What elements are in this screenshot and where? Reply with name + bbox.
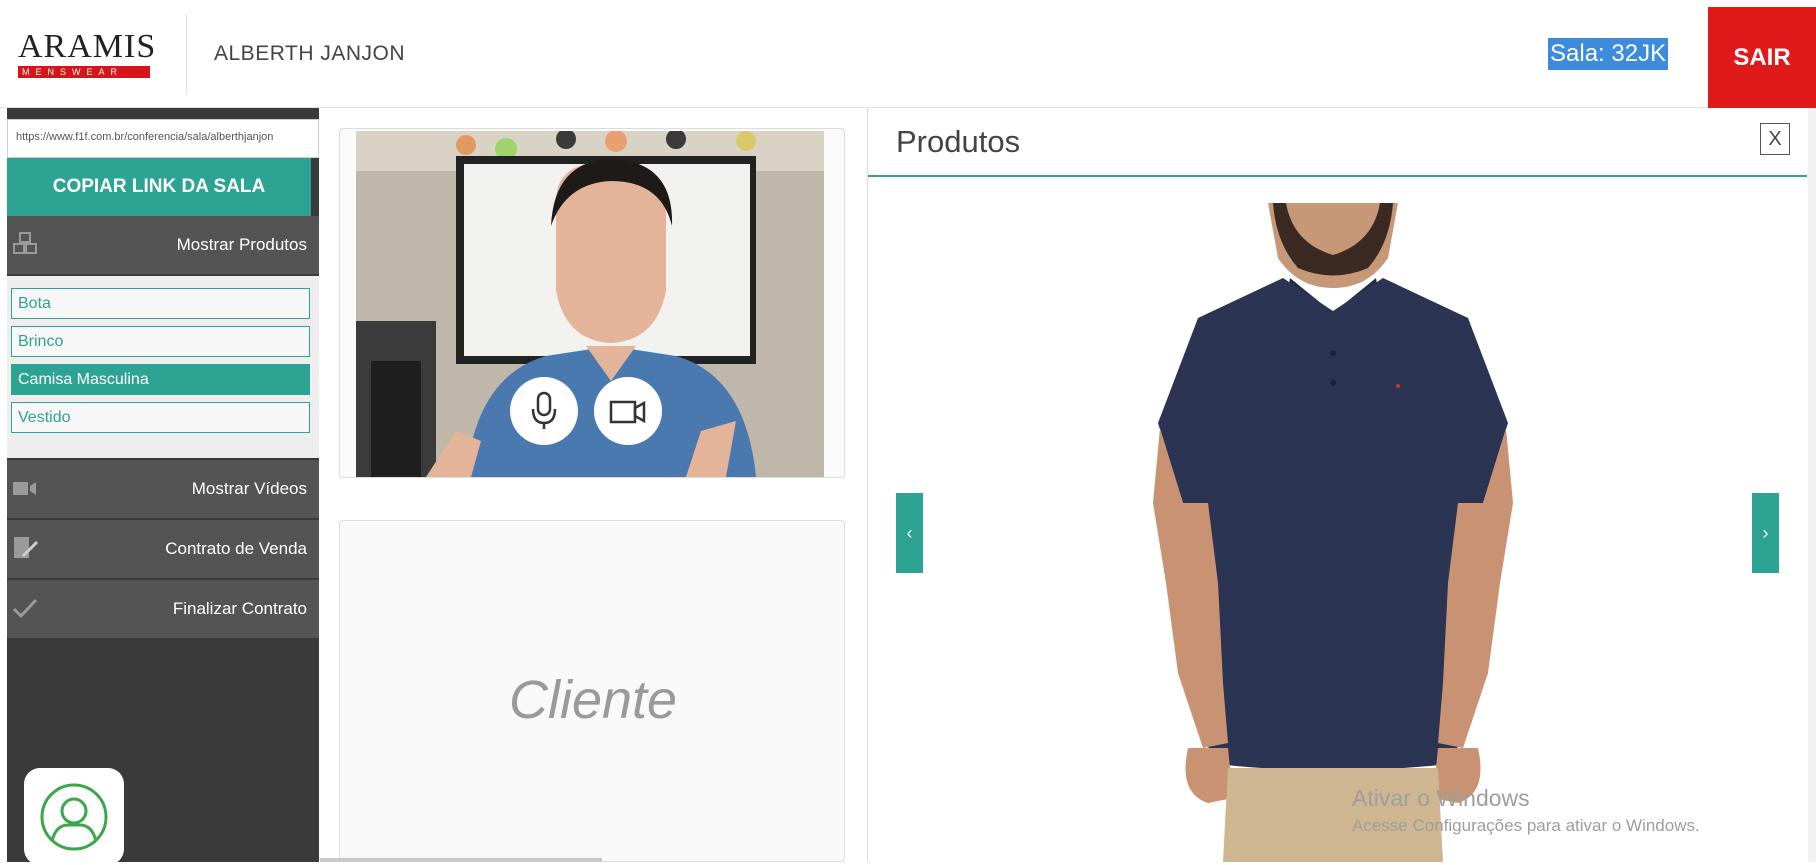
header-divider xyxy=(186,14,187,94)
product-item-camisa-masculina[interactable]: Camisa Masculina xyxy=(11,364,310,395)
seller-video-card xyxy=(339,128,845,478)
microphone-icon xyxy=(531,391,557,429)
panel-divider xyxy=(868,175,1807,177)
panel-title: Produtos xyxy=(896,124,1021,159)
watermark-line-1: Ativar o Windows xyxy=(1352,785,1530,811)
checkmark-icon xyxy=(12,598,38,619)
user-name: ALBERTH JANJON xyxy=(214,42,405,65)
previous-product-button[interactable]: ‹ xyxy=(896,493,923,573)
product-item-brinco[interactable]: Brinco xyxy=(11,326,310,357)
sales-contract-button[interactable]: Contrato de Venda xyxy=(7,520,319,578)
product-item-bota[interactable]: Bota xyxy=(11,288,310,319)
close-panel-button[interactable]: X xyxy=(1760,123,1790,155)
watermark-line-2: Acesse Configurações para ativar o Windo… xyxy=(1352,816,1700,835)
room-code: Sala: 32JK xyxy=(1548,38,1669,70)
finish-contract-button[interactable]: Finalizar Contrato xyxy=(7,580,319,638)
camera-icon xyxy=(609,400,646,424)
conference-area: Cliente xyxy=(319,108,867,862)
sidebar: https://www.f1f.com.br/conferencia/sala/… xyxy=(7,108,319,865)
video-camera-icon xyxy=(13,482,36,495)
show-products-label: Mostrar Produtos xyxy=(176,235,307,254)
next-product-button[interactable]: › xyxy=(1752,493,1779,573)
vertical-scrollbar[interactable] xyxy=(1808,108,1816,862)
logo-wordmark: ARAMIS xyxy=(18,28,157,65)
windows-activation-watermark: Ativar o Windows Acesse Configurações pa… xyxy=(1352,785,1700,836)
brand-logo: ARAMIS MENSWEAR xyxy=(18,28,157,78)
seller-video-feed xyxy=(356,131,824,477)
client-placeholder-label: Cliente xyxy=(508,670,678,730)
show-videos-label: Mostrar Vídeos xyxy=(191,479,307,498)
products-panel: Produtos X ‹ › Ativar o Windows Acesse C… xyxy=(867,108,1807,862)
microphone-toggle[interactable] xyxy=(510,377,578,445)
client-video-card: Cliente xyxy=(339,520,845,862)
exit-button[interactable]: SAIR xyxy=(1708,7,1816,108)
sales-contract-label: Contrato de Venda xyxy=(165,539,307,558)
cubes-icon xyxy=(13,232,37,254)
show-products-button[interactable]: Mostrar Produtos xyxy=(7,216,319,274)
document-edit-icon xyxy=(14,537,39,558)
horizontal-scrollbar[interactable] xyxy=(320,858,602,862)
room-url-field[interactable]: https://www.f1f.com.br/conferencia/sala/… xyxy=(7,119,319,158)
user-profile-icon xyxy=(40,783,108,851)
product-list: Bota Brinco Camisa Masculina Vestido xyxy=(7,276,319,458)
avatar-button[interactable] xyxy=(24,768,124,865)
seller-video-image xyxy=(356,131,824,477)
finish-contract-label: Finalizar Contrato xyxy=(172,599,307,618)
show-videos-button[interactable]: Mostrar Vídeos xyxy=(7,460,319,518)
copy-room-link-button[interactable]: COPIAR LINK DA SALA xyxy=(7,158,311,216)
camera-toggle[interactable] xyxy=(594,377,662,445)
top-bar: ARAMIS MENSWEAR ALBERTH JANJON Sala: 32J… xyxy=(0,0,1816,108)
product-item-vestido[interactable]: Vestido xyxy=(11,402,310,433)
logo-subtitle: MENSWEAR xyxy=(18,66,150,78)
product-image xyxy=(1153,203,1513,862)
